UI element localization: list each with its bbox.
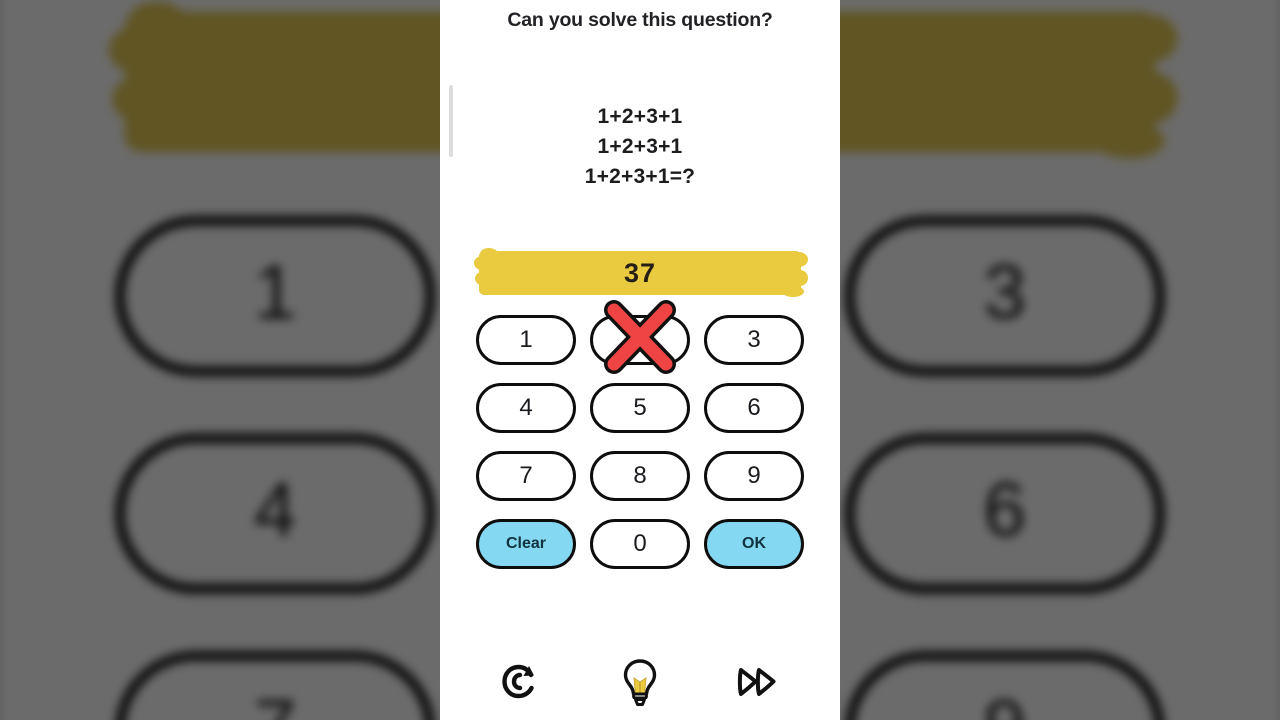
key-1: 1 [115,216,436,376]
question-text: 1+2+3+1 1+2+3+1 1+2+3+1=? [440,102,840,192]
key-label: 1 [253,251,297,338]
key-7[interactable]: 7 [476,451,576,501]
key-label: 0 [633,530,647,557]
page-title: Can you solve this question? [507,9,773,31]
key-ok[interactable]: OK [704,519,804,569]
restart-button[interactable] [492,656,548,712]
answer-field[interactable]: 37 [474,246,808,300]
key-label: 3 [983,251,1027,338]
hint-button[interactable] [612,656,668,712]
key-9: 9 [844,651,1165,720]
number-keypad: 1 2 3 4 5 6 7 8 9 Clear 0 OK [476,300,804,569]
scroll-indicator[interactable] [449,85,453,157]
key-label: 4 [519,394,533,421]
key-0[interactable]: 0 [590,519,690,569]
key-4: 4 [115,433,436,594]
key-3[interactable]: 3 [704,315,804,365]
lightbulb-icon [618,657,662,712]
red-cross-icon [604,300,676,374]
key-label: 7 [519,462,533,489]
key-label: 6 [983,468,1027,556]
key-label: 9 [747,462,761,489]
key-label: Clear [505,535,547,552]
key-label: 5 [633,394,647,421]
key-label: 1 [519,326,533,353]
key-4[interactable]: 4 [476,383,576,433]
key-label: 4 [253,468,297,556]
key-clear[interactable]: Clear [476,519,576,569]
key-label: 8 [633,462,647,489]
key-9[interactable]: 9 [704,451,804,501]
question-line-3: 1+2+3+1=? [584,165,696,188]
skip-button[interactable] [732,656,788,712]
key-label: 9 [983,686,1026,720]
key-label: 6 [747,394,761,421]
key-6: 6 [844,433,1165,594]
key-6[interactable]: 6 [704,383,804,433]
key-2[interactable]: 2 [590,300,690,374]
question-line-2: 1+2+3+1 [597,135,683,158]
answer-value: 37 [623,257,657,288]
action-bar [440,656,840,712]
key-label: OK [742,535,766,552]
key-3: 3 [844,216,1165,376]
skip-forward-icon [735,662,785,707]
question-line-1: 1+2+3+1 [597,105,683,128]
key-7: 7 [115,651,436,720]
key-5[interactable]: 5 [590,383,690,433]
key-label: 7 [254,686,297,720]
key-label: 3 [747,326,761,353]
key-1[interactable]: 1 [476,315,576,365]
restart-icon [498,660,542,709]
key-8[interactable]: 8 [590,451,690,501]
puzzle-screen: Can you solve this question? 1+2+3+1 1+2… [440,0,840,720]
